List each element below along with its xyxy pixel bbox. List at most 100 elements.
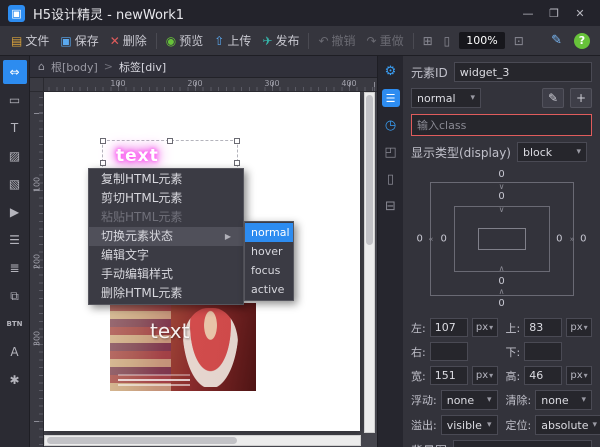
padding-left-value[interactable]: 0 xyxy=(441,234,447,245)
form-tool-icon[interactable]: ☰ xyxy=(3,228,27,252)
menu-item-paste-html[interactable]: 粘贴HTML元素 xyxy=(89,208,243,227)
shape-tool-icon[interactable]: ✱ xyxy=(3,368,27,392)
publish-button[interactable]: ✈ 发布 xyxy=(257,29,304,52)
top-input[interactable] xyxy=(524,318,562,337)
margin-bottom-value[interactable]: 0 xyxy=(498,298,504,309)
edit-style-button[interactable]: ✎ xyxy=(542,88,564,108)
right-panel-rail: ⚙ ☰ ◷ ◰ ▯ ⊟ xyxy=(377,56,403,447)
padding-bottom-value[interactable]: 0 xyxy=(498,276,504,287)
width-input[interactable] xyxy=(430,366,468,385)
undo-button[interactable]: ↶ 撤销 xyxy=(313,29,360,52)
menu-item-copy-html[interactable]: 复制HTML元素 xyxy=(89,170,243,189)
redo-button[interactable]: ↷ 重做 xyxy=(362,29,409,52)
clear-select[interactable]: none xyxy=(535,390,592,410)
components-panel-icon[interactable]: ☰ xyxy=(382,89,400,107)
home-icon[interactable]: ⌂ xyxy=(38,60,45,73)
position-select[interactable]: absolute xyxy=(535,415,600,435)
resize-handle-ne[interactable] xyxy=(234,138,240,144)
horizontal-scrollbar[interactable] xyxy=(44,435,361,446)
menu-item-edit-text[interactable]: 编辑文字 xyxy=(89,246,243,265)
image-tool-icon[interactable]: ▨ xyxy=(3,144,27,168)
menu-item-cut-html[interactable]: 剪切HTML元素 xyxy=(89,189,243,208)
margin-right-value[interactable]: 0 xyxy=(580,234,586,245)
text-tool-icon[interactable]: T xyxy=(3,116,27,140)
publish-icon: ✈ xyxy=(262,34,272,48)
breadcrumb-root[interactable]: 根[body] xyxy=(51,59,98,75)
resize-handle-e[interactable] xyxy=(234,160,240,166)
vertical-scrollbar[interactable] xyxy=(364,92,375,433)
button-tool-icon[interactable]: BTN xyxy=(3,312,27,336)
pencil-icon[interactable]: ✎ xyxy=(551,33,562,48)
help-icon[interactable]: ? xyxy=(574,33,590,49)
submenu-item-normal[interactable]: normal xyxy=(245,223,293,242)
font-tool-icon[interactable]: A xyxy=(3,340,27,364)
device-preview-icon[interactable]: ▯ xyxy=(439,31,456,51)
top-unit-select[interactable]: px xyxy=(566,318,592,337)
link-tool-icon[interactable]: ⧉ xyxy=(3,284,27,308)
photo-caption-lines xyxy=(118,379,190,381)
submenu-item-hover[interactable]: hover xyxy=(245,242,293,261)
submenu-item-active[interactable]: active xyxy=(245,280,293,299)
data-storage-icon[interactable]: ⊟ xyxy=(382,197,400,215)
menu-item-toggle-state[interactable]: 切换元素状态 ▶ xyxy=(89,227,243,246)
marquee-tool-icon[interactable]: ▭ xyxy=(3,88,27,112)
delete-icon: ✕ xyxy=(110,34,120,48)
bottom-input[interactable] xyxy=(524,342,562,361)
display-select[interactable]: block xyxy=(517,142,587,162)
move-tool-icon[interactable]: ⇔ xyxy=(3,60,27,84)
chevron-right-icon: » xyxy=(570,235,575,244)
minimize-button[interactable]: — xyxy=(516,7,540,20)
gallery-tool-icon[interactable]: ▧ xyxy=(3,172,27,196)
float-select[interactable]: none xyxy=(441,390,498,410)
right-input[interactable] xyxy=(430,342,468,361)
horizontal-scrollbar-thumb[interactable] xyxy=(47,437,237,444)
image-widget[interactable]: text xyxy=(110,303,256,391)
state-select[interactable]: normal xyxy=(411,88,481,108)
history-clock-icon[interactable]: ◷ xyxy=(382,116,400,134)
settings-gear-icon[interactable]: ⚙ xyxy=(382,62,400,80)
left-tool-rail: ⇔ ▭ T ▨ ▧ ▶ ☰ ≣ ⧉ BTN A ✱ xyxy=(0,56,30,447)
box-model-editor[interactable]: 0 ∨ 0 ∨ 0 « 0 0 » 0 0 ∧ 0 ∧ xyxy=(412,168,592,310)
center-column: ⌂ 根[body] > 标签[div] 100 200 300 400 100 … xyxy=(30,56,377,447)
preview-button[interactable]: ◉ 预览 xyxy=(161,29,209,52)
zoom-level[interactable]: 100% xyxy=(459,32,504,49)
resize-handle-nw[interactable] xyxy=(100,138,106,144)
class-input[interactable] xyxy=(411,114,592,136)
upload-button[interactable]: ⇧ 上传 xyxy=(209,29,256,52)
artboard-frame-icon[interactable]: ◰ xyxy=(382,143,400,161)
fit-screen-icon[interactable]: ⊡ xyxy=(509,31,529,51)
menu-item-delete-html[interactable]: 删除HTML元素 xyxy=(89,284,243,303)
padding-top-value[interactable]: 0 xyxy=(498,191,504,202)
close-button[interactable]: ✕ xyxy=(568,7,592,20)
bottom-label: 下: xyxy=(506,344,521,360)
margin-left-value[interactable]: 0 xyxy=(417,234,423,245)
vertical-scrollbar-thumb[interactable] xyxy=(366,95,373,245)
width-unit-select[interactable]: px xyxy=(472,366,498,385)
resize-handle-w[interactable] xyxy=(100,160,106,166)
add-class-button[interactable]: + xyxy=(570,88,592,108)
selected-text-widget[interactable]: text xyxy=(116,146,159,166)
submenu-item-focus[interactable]: focus xyxy=(245,261,293,280)
margin-top-value[interactable]: 0 xyxy=(498,169,504,180)
device-icon[interactable]: ▯ xyxy=(382,170,400,188)
delete-button[interactable]: ✕ 删除 xyxy=(105,29,152,52)
maximize-button[interactable]: ❐ xyxy=(542,7,566,20)
padding-right-value[interactable]: 0 xyxy=(556,234,562,245)
element-id-input[interactable] xyxy=(454,62,592,82)
background-image-input[interactable] xyxy=(453,440,592,447)
main-area: ⇔ ▭ T ▨ ▧ ▶ ☰ ≣ ⧉ BTN A ✱ ⌂ 根[body] > 标签… xyxy=(0,56,600,447)
design-page[interactable]: text text 复制HTML元素 剪切HTML xyxy=(44,92,360,431)
breadcrumb-current[interactable]: 标签[div] xyxy=(119,59,166,75)
height-unit-select[interactable]: px xyxy=(566,366,592,385)
save-button[interactable]: ▣ 保存 xyxy=(55,29,103,52)
left-unit-select[interactable]: px xyxy=(472,318,498,337)
resize-handle-n[interactable] xyxy=(167,138,173,144)
overflow-select[interactable]: visible xyxy=(441,415,498,435)
list-tool-icon[interactable]: ≣ xyxy=(3,256,27,280)
menu-item-edit-style[interactable]: 手动编辑样式 xyxy=(89,265,243,284)
grid-view-icon[interactable]: ⊞ xyxy=(418,31,438,51)
video-tool-icon[interactable]: ▶ xyxy=(3,200,27,224)
height-input[interactable] xyxy=(524,366,562,385)
file-button[interactable]: ▤ 文件 xyxy=(6,29,54,52)
left-input[interactable] xyxy=(430,318,468,337)
